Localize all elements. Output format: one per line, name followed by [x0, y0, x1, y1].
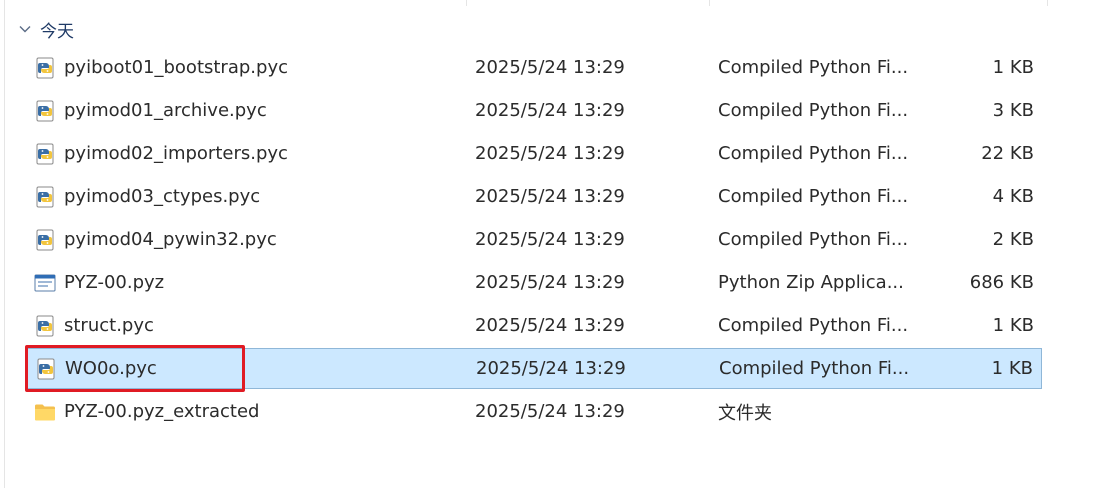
file-size: 3 KB — [992, 100, 1034, 121]
date-modified: 2025/5/24 13:29 — [475, 57, 625, 78]
date-modified: 2025/5/24 13:29 — [475, 143, 625, 164]
file-size: 22 KB — [981, 143, 1034, 164]
file-type: Compiled Python Fi... — [719, 358, 910, 379]
file-row[interactable]: PYZ-00.pyz 2025/5/24 13:29 Python Zip Appl… — [26, 262, 1042, 303]
group-label: 今天 — [40, 21, 74, 42]
pyc-icon — [34, 315, 56, 337]
pyc-icon — [34, 186, 56, 208]
file-row[interactable]: pyimod01_archive.pyc 2025/5/24 13:29 Compi… — [26, 90, 1042, 131]
file-name: pyimod01_archive.pyc — [64, 100, 267, 121]
file-name: WO0o.pyc — [65, 358, 157, 379]
file-row[interactable]: pyiboot01_bootstrap.pyc 2025/5/24 13:29 Co… — [26, 47, 1042, 88]
file-row[interactable]: struct.pyc 2025/5/24 13:29 Compiled Python… — [26, 305, 1042, 346]
column-divider[interactable] — [466, 0, 467, 6]
file-name-cell[interactable]: PYZ-00.pyz — [34, 272, 164, 294]
file-name: PYZ-00.pyz — [64, 272, 165, 293]
column-divider[interactable] — [709, 0, 710, 6]
file-size: 1 KB — [991, 358, 1033, 379]
pyc-icon — [34, 143, 56, 165]
file-name-cell[interactable]: pyimod04_pywin32.pyc — [34, 229, 277, 251]
date-modified: 2025/5/24 13:29 — [475, 272, 625, 293]
file-row[interactable]: pyimod04_pywin32.pyc 2025/5/24 13:29 Compi… — [26, 219, 1042, 260]
group-header-today[interactable]: 今天 — [18, 16, 74, 42]
file-name: pyimod04_pywin32.pyc — [64, 229, 277, 250]
file-name-cell[interactable]: struct.pyc — [34, 315, 154, 337]
chevron-down-icon — [19, 26, 31, 33]
file-name-cell[interactable]: PYZ-00.pyz_extracted — [34, 401, 259, 423]
file-row[interactable]: pyimod02_importers.pyc 2025/5/24 13:29 Com… — [26, 133, 1042, 174]
folder-icon — [34, 401, 56, 423]
file-name-cell[interactable]: pyimod02_importers.pyc — [34, 143, 288, 165]
pyc-icon — [34, 100, 56, 122]
date-modified: 2025/5/24 13:29 — [475, 401, 625, 422]
file-size: 1 KB — [992, 315, 1034, 336]
pyz-icon — [34, 272, 56, 294]
date-modified: 2025/5/24 13:29 — [476, 358, 626, 379]
file-row[interactable]: pyimod03_ctypes.pyc 2025/5/24 13:29 Compil… — [26, 176, 1042, 217]
file-name-cell[interactable]: pyimod01_archive.pyc — [34, 100, 267, 122]
date-modified: 2025/5/24 13:29 — [475, 186, 625, 207]
column-divider[interactable] — [1047, 0, 1048, 6]
file-name-cell[interactable]: WO0o.pyc — [35, 358, 157, 380]
pyc-icon — [35, 358, 57, 380]
date-modified: 2025/5/24 13:29 — [475, 100, 625, 121]
file-size: 686 KB — [969, 272, 1034, 293]
file-type: Compiled Python Fi... — [718, 143, 909, 164]
file-name-cell[interactable]: pyimod03_ctypes.pyc — [34, 186, 260, 208]
file-size: 1 KB — [992, 57, 1034, 78]
date-modified: 2025/5/24 13:29 — [475, 229, 625, 250]
file-type: Python Zip Applica... — [718, 272, 904, 293]
pyc-icon — [34, 57, 56, 79]
file-type: Compiled Python Fi... — [718, 315, 909, 336]
file-name-cell[interactable]: pyiboot01_bootstrap.pyc — [34, 57, 288, 79]
file-row[interactable]: PYZ-00.pyz_extracted 2025/5/24 13:29 文件夹 — [26, 391, 1042, 432]
file-size: 2 KB — [992, 229, 1034, 250]
pane-left-edge — [4, 0, 5, 488]
file-name: PYZ-00.pyz_extracted — [64, 401, 260, 422]
file-name: pyimod03_ctypes.pyc — [64, 186, 261, 207]
file-type: Compiled Python Fi... — [718, 186, 909, 207]
file-name: pyiboot01_bootstrap.pyc — [64, 57, 288, 78]
file-name: struct.pyc — [64, 315, 154, 336]
file-type: Compiled Python Fi... — [718, 229, 909, 250]
pyc-icon — [34, 229, 56, 251]
file-type: Compiled Python Fi... — [718, 100, 909, 121]
file-row[interactable]: WO0o.pyc 2025/5/24 13:29 Compiled Python F… — [25, 345, 1042, 392]
date-modified: 2025/5/24 13:29 — [475, 315, 625, 336]
file-name: pyimod02_importers.pyc — [64, 143, 288, 164]
file-type: 文件夹 — [718, 402, 772, 424]
file-type: Compiled Python Fi... — [718, 57, 909, 78]
file-list: pyiboot01_bootstrap.pyc 2025/5/24 13:29 Co… — [25, 47, 1042, 434]
file-size: 4 KB — [992, 186, 1034, 207]
